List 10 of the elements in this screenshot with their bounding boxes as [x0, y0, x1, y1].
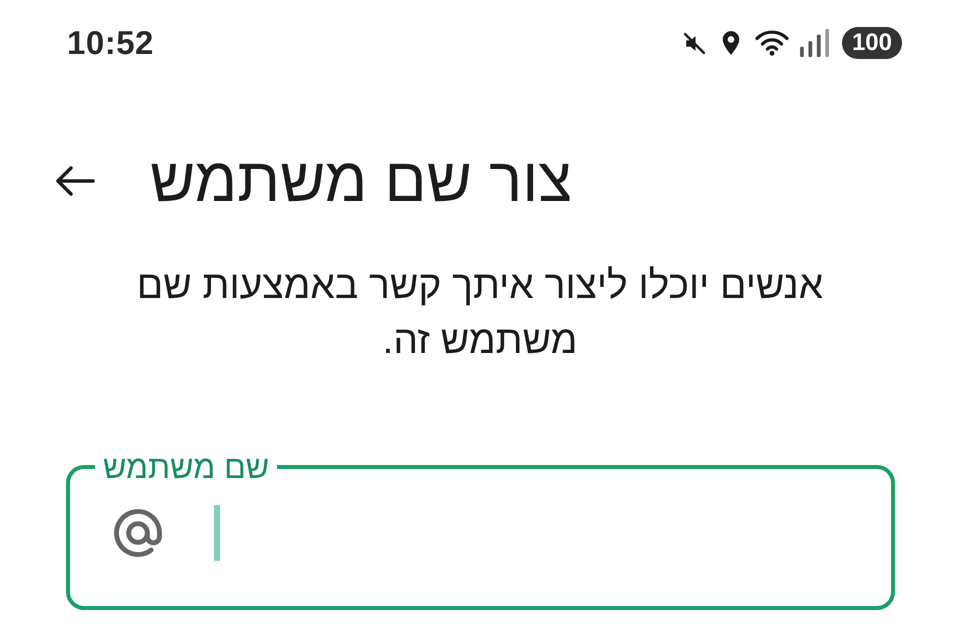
description-text: אנשים יוכלו ליצור איתך קשר באמצעות שם משתמש זה. [136, 263, 824, 364]
text-cursor [214, 505, 220, 561]
clock-time: 10:52 [67, 24, 154, 62]
location-pin-icon [720, 30, 741, 56]
wifi-icon [754, 30, 789, 56]
signal-bars-icon [800, 29, 830, 57]
battery-level: 100 [842, 27, 902, 59]
muted-speaker-icon [682, 30, 707, 56]
back-icon[interactable] [55, 165, 95, 197]
screen-title: צור שם משתמש [150, 148, 572, 214]
